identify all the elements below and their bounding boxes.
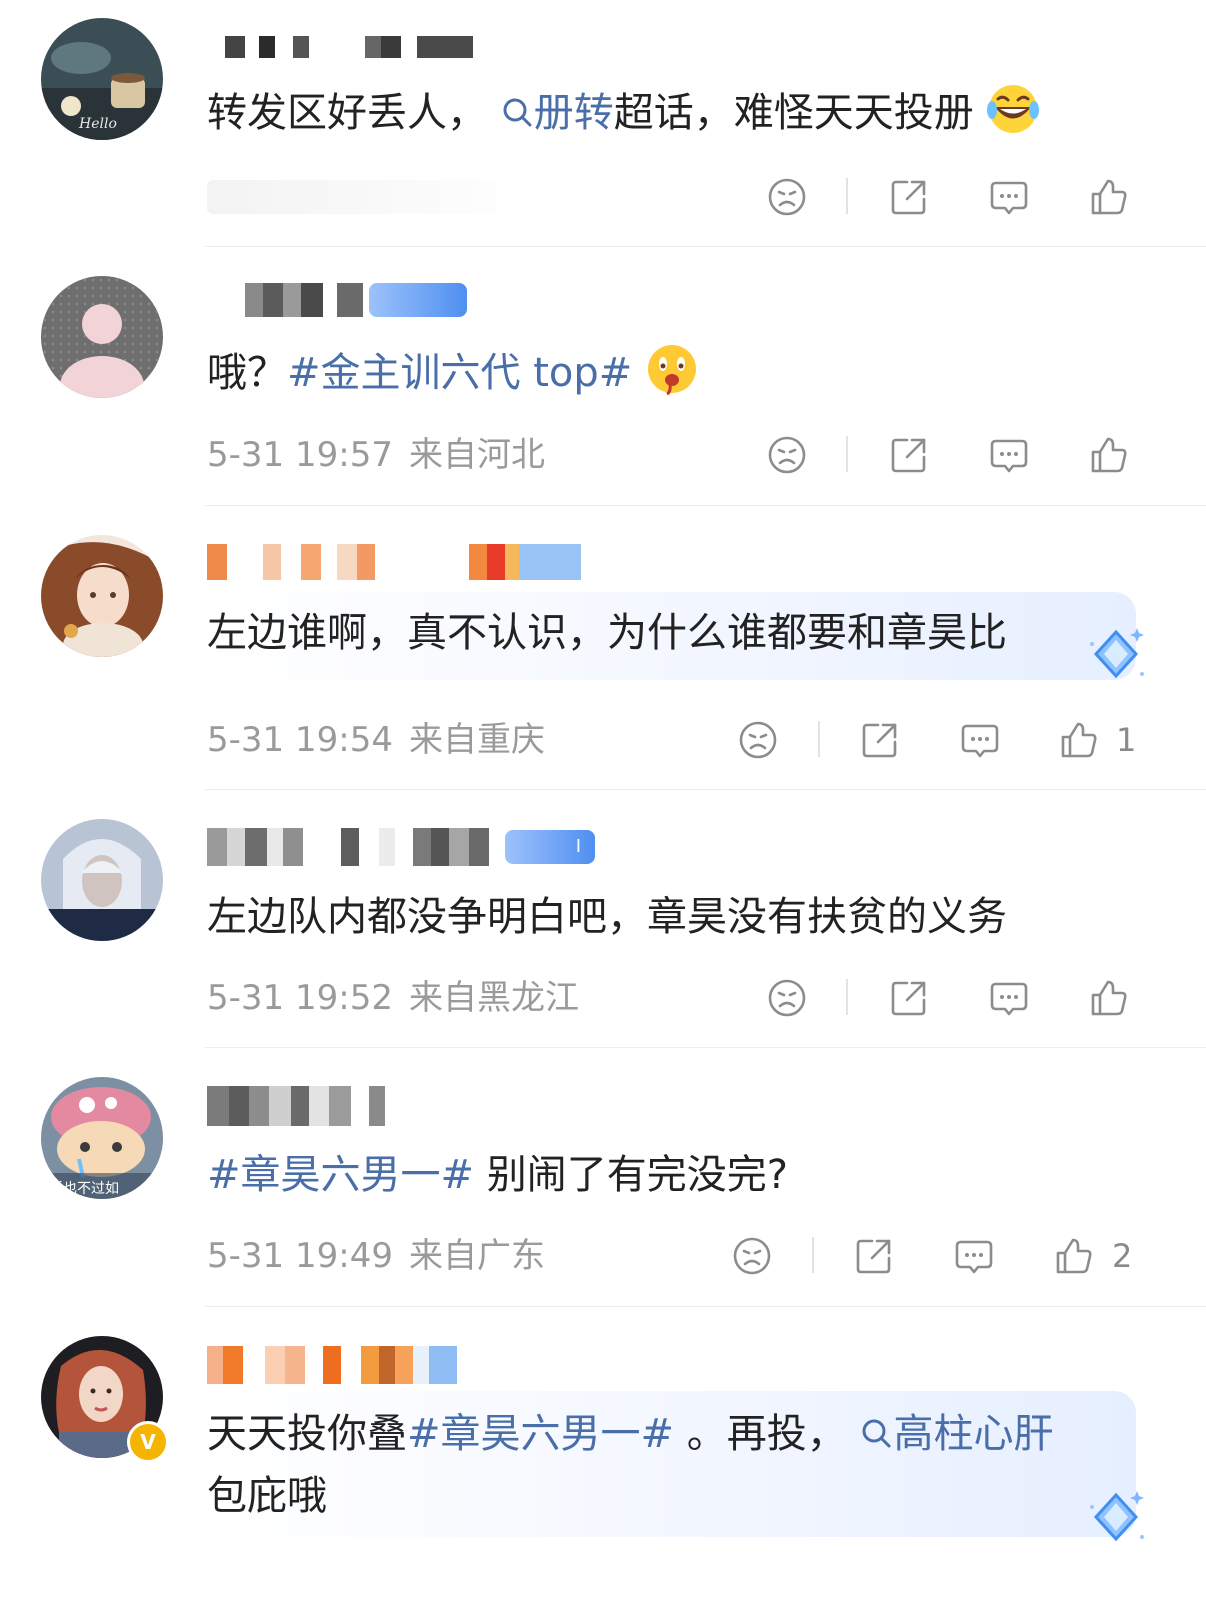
username-mosaic[interactable] [207,1086,385,1126]
thumbs-up-icon [1087,175,1131,219]
comment-item: Hello 转发区好丢人， 册转超话，难怪天天投册 [0,0,1206,247]
topic-link[interactable]: #章昊六男一# [407,1411,674,1457]
comment-meta: 5-31 19:54 来自重庆 [207,720,545,760]
thumbs-up-icon [1057,718,1101,762]
search-link[interactable]: 册转 [500,90,614,136]
like-button[interactable] [1087,175,1131,219]
username-mosaic[interactable] [207,542,581,582]
comment-bubble-icon [987,433,1031,477]
repost-button[interactable] [887,433,931,477]
dislike-button[interactable] [730,1234,774,1278]
comment-button[interactable] [987,175,1031,219]
comment-meta: 5-31 19:52 来自黑龙江 [207,978,579,1018]
comment-button[interactable] [987,976,1031,1020]
comment-item: 活也不过如 #章昊六男一# 别闹了有完没完? 5-31 19:49 来自广东 2 [0,1048,1206,1307]
fan-badge[interactable] [369,283,467,317]
comment-bubble-icon [958,718,1002,762]
frown-face-icon [765,433,809,477]
avatar[interactable] [41,535,163,657]
avatar[interactable]: 活也不过如 [41,1077,163,1199]
ip-region: 来自黑龙江 [408,978,579,1018]
comment-text: #章昊六男一# 别闹了有完没完? [207,1152,788,1198]
frown-face-icon [730,1234,774,1278]
comment-button[interactable] [987,433,1031,477]
diamond-sparkle-icon [1084,1485,1148,1549]
comment-bubble-icon [987,175,1031,219]
username-mosaic[interactable] [207,280,467,320]
timestamp: 5-31 19:52 [207,978,393,1018]
verified-badge-icon: V [127,1421,169,1463]
blurred-meta [207,180,537,214]
share-icon [887,175,931,219]
repost-button[interactable] [887,976,931,1020]
comment-text: 哦？#金主训六代 top# [207,342,699,404]
comment-item: 哦？#金主训六代 top# 5-31 19:57 来自河北 [0,247,1206,506]
diamond-sparkle-icon [1084,622,1148,686]
thumbs-up-icon [1087,976,1131,1020]
drooling-face-emoji-icon [648,345,697,396]
username-mosaic[interactable] [207,1345,457,1385]
comment-meta: 5-31 19:57 来自河北 [207,435,545,475]
comment-text: 左边谁啊，真不认识，为什么谁都要和章昊比 [207,610,1007,656]
comment-text: 天天投你叠#章昊六男一# 。再投， 高柱心肝 包庇哦 [207,1411,1054,1519]
frown-face-icon [736,718,780,762]
comment-button[interactable] [958,718,1002,762]
search-icon [859,1416,893,1450]
like-count: 2 [1112,1237,1133,1275]
comment-item: 左边谁啊，真不认识，为什么谁都要和章昊比 5-31 19:54 来自重庆 1 [0,506,1206,790]
thumbs-up-icon [1052,1234,1096,1278]
comment-item: Ⅰ 左边队内都没争明白吧，章昊没有扶贫的义务 5-31 19:52 来自黑龙江 [0,790,1206,1048]
username-mosaic[interactable] [207,27,473,67]
repost-button[interactable] [858,718,902,762]
topic-link[interactable]: #章昊六男一# [207,1152,474,1198]
avatar[interactable] [41,276,163,398]
repost-button[interactable] [887,175,931,219]
action-separator [846,436,848,472]
share-icon [887,433,931,477]
timestamp: 5-31 19:57 [207,435,393,475]
avatar[interactable]: Hello [41,18,163,140]
like-button[interactable] [1057,718,1101,762]
topic-link[interactable]: #金主训六代 top# [287,350,632,396]
like-button[interactable] [1087,433,1131,477]
dislike-button[interactable] [736,718,780,762]
comment-item: V 天天投你叠#章昊六男一# 。再投， 高柱心肝 包庇哦 [0,1307,1206,1608]
action-separator [818,721,820,757]
ip-region: 来自重庆 [408,720,545,760]
ip-region: 来自河北 [408,435,545,475]
action-separator [846,178,848,214]
timestamp: 5-31 19:49 [207,1236,393,1276]
action-separator [812,1237,814,1273]
dislike-button[interactable] [765,433,809,477]
share-icon [858,718,902,762]
comment-text: 转发区好丢人， 册转超话，难怪天天投册 [207,82,1040,144]
comment-text: 左边队内都没争明白吧，章昊没有扶贫的义务 [207,894,1007,940]
frown-face-icon [765,175,809,219]
search-icon [500,95,534,129]
comment-bubble-icon [987,976,1031,1020]
avatar-caption: 活也不过如 [49,1181,119,1197]
search-link[interactable]: 高柱心肝 [859,1411,1053,1457]
like-count: 1 [1116,721,1137,759]
comment-bubble-icon [952,1234,996,1278]
laughing-tears-emoji-icon [987,85,1040,133]
like-button[interactable] [1087,976,1131,1020]
share-icon [852,1234,896,1278]
dislike-button[interactable] [765,175,809,219]
dislike-button[interactable] [765,976,809,1020]
timestamp: 5-31 19:54 [207,720,393,760]
username-mosaic[interactable]: Ⅰ [207,827,595,867]
frown-face-icon [765,976,809,1020]
repost-button[interactable] [852,1234,896,1278]
fan-badge[interactable]: Ⅰ [505,830,595,864]
avatar[interactable] [41,819,163,941]
ip-region: 来自广东 [408,1236,545,1276]
comment-meta: 5-31 19:49 来自广东 [207,1236,545,1276]
thumbs-up-icon [1087,433,1131,477]
like-button[interactable] [1052,1234,1096,1278]
svg-text:Hello: Hello [78,116,117,132]
comment-button[interactable] [952,1234,996,1278]
action-separator [846,979,848,1015]
share-icon [887,976,931,1020]
